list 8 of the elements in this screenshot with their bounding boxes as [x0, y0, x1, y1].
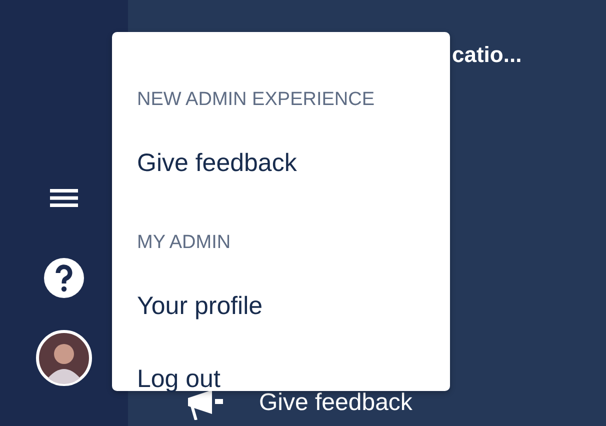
- page-title: catio...: [451, 41, 523, 68]
- section-heading: MY ADMIN: [137, 231, 232, 255]
- menu-icon[interactable]: [50, 188, 78, 208]
- menu-item[interactable]: Your profile: [137, 291, 450, 321]
- section-heading: NEW ADMIN EXPERIENCE: [137, 88, 376, 112]
- help-icon[interactable]: [44, 258, 84, 298]
- menu-item[interactable]: Give feedback: [137, 148, 450, 178]
- avatar-icon[interactable]: [36, 330, 92, 386]
